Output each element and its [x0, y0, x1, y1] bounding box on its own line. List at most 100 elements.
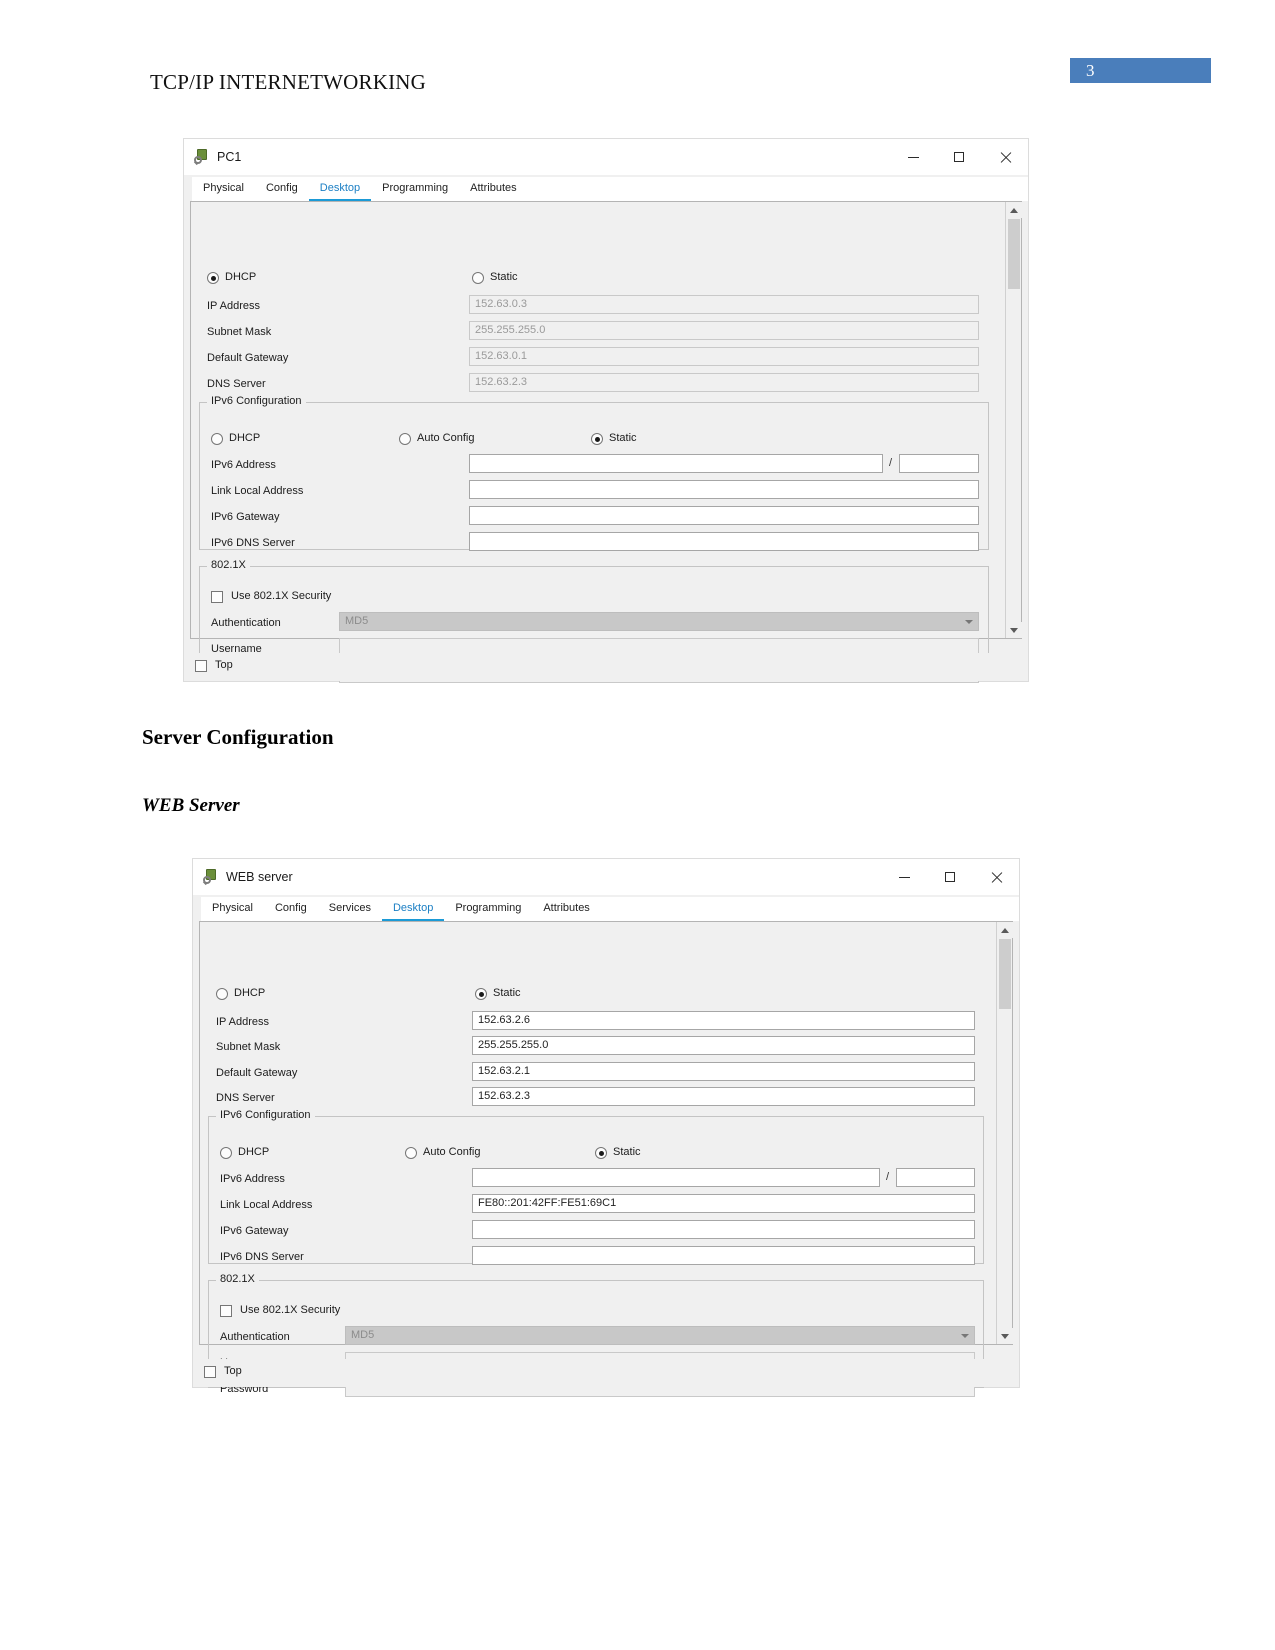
web-server-ipv6-dhcp-radio[interactable] [220, 1147, 232, 1159]
packet-tracer-device-icon [202, 869, 219, 886]
web-server-use-dot1x-security-label: Use 802.1X Security [240, 1304, 341, 1316]
tab-programming[interactable]: Programming [371, 177, 460, 201]
web-server-ipv6-prefix-separator: / [886, 1171, 890, 1183]
web-server-ipv4-static-label: Static [493, 987, 521, 999]
web-server-ipv6-dns-server-field[interactable] [472, 1246, 975, 1265]
web-server-top-checkbox[interactable] [204, 1366, 216, 1378]
web-server-window-controls [881, 859, 1019, 895]
scroll-down-icon[interactable] [1006, 622, 1022, 638]
pc1-ipv6-address-field[interactable] [469, 454, 883, 473]
tab-desktop[interactable]: Desktop [381, 897, 445, 921]
web-server-default-gateway-field[interactable]: 152.63.2.1 [472, 1062, 975, 1081]
pc1-dot1x-group-title: 802.1X [207, 559, 250, 571]
web-server-subnet-mask-label: Subnet Mask [216, 1041, 281, 1053]
pc1-link-local-address-field[interactable] [469, 480, 979, 499]
pc1-dns-server-field[interactable]: 152.63.2.3 [469, 373, 979, 392]
pc1-ipv6-static-radio[interactable] [591, 433, 603, 445]
web-server-default-gateway-label: Default Gateway [216, 1067, 298, 1079]
minimize-icon[interactable] [890, 139, 936, 175]
web-server-ipv6-static-radio[interactable] [595, 1147, 607, 1159]
web-server-ipv6-autoconfig-radio[interactable] [405, 1147, 417, 1159]
web-server-ipv6-address-field[interactable] [472, 1168, 880, 1187]
pc1-window-title: PC1 [217, 150, 242, 164]
web-server-link-local-address-field[interactable]: FE80::201:42FF:FE51:69C1 [472, 1194, 975, 1213]
pc1-authentication-label: Authentication [211, 617, 281, 629]
pc1-dns-server-label: DNS Server [207, 378, 266, 390]
pc1-ipv6-dns-server-label: IPv6 DNS Server [211, 537, 295, 549]
pc1-ipv4-dhcp-radio[interactable] [207, 272, 219, 284]
pc1-vertical-scrollbar[interactable] [1005, 202, 1022, 638]
pc1-authentication-select[interactable]: MD5 [339, 612, 979, 631]
pc1-ipv6-dhcp-label: DHCP [229, 432, 261, 444]
pc1-top-label: Top [215, 659, 233, 671]
heading-server-configuration: Server Configuration [142, 725, 334, 749]
pc1-subnet-mask-label: Subnet Mask [207, 326, 272, 338]
page-number-badge: 3 [1070, 58, 1211, 83]
pc1-ipv4-dhcp-label: DHCP [225, 271, 257, 283]
web-server-ipv6-autoconfig-label: Auto Config [423, 1146, 481, 1158]
tab-attributes[interactable]: Attributes [459, 177, 528, 201]
web-server-ipv4-dhcp-label: DHCP [234, 987, 266, 999]
web-server-dns-server-field[interactable]: 152.63.2.3 [472, 1087, 975, 1106]
maximize-icon[interactable] [936, 139, 982, 175]
pc1-ipv4-static-radio[interactable] [472, 272, 484, 284]
chevron-down-icon [965, 620, 973, 624]
tab-config[interactable]: Config [263, 897, 318, 921]
scrollbar-thumb[interactable] [1008, 219, 1020, 289]
web-server-ipv6-dns-server-label: IPv6 DNS Server [220, 1251, 304, 1263]
tab-desktop[interactable]: Desktop [308, 177, 372, 201]
tab-physical[interactable]: Physical [201, 897, 264, 921]
tab-config[interactable]: Config [254, 177, 309, 201]
close-icon[interactable] [973, 859, 1019, 895]
web-server-use-dot1x-security-checkbox[interactable] [220, 1305, 232, 1317]
tab-programming[interactable]: Programming [444, 897, 533, 921]
close-icon[interactable] [982, 139, 1028, 175]
scroll-down-icon[interactable] [997, 1328, 1013, 1344]
pc1-ipv6-dns-server-field[interactable] [469, 532, 979, 551]
web-server-authentication-select[interactable]: MD5 [345, 1326, 975, 1345]
pc1-use-dot1x-security-label: Use 802.1X Security [231, 590, 332, 602]
web-server-subnet-mask-field[interactable]: 255.255.255.0 [472, 1036, 975, 1055]
pc1-ipv6-autoconfig-label: Auto Config [417, 432, 475, 444]
web-server-ip-address-field[interactable]: 152.63.2.6 [472, 1011, 975, 1030]
web-server-link-local-address-label: Link Local Address [220, 1199, 313, 1211]
pc1-ipv6-gateway-field[interactable] [469, 506, 979, 525]
heading-web-server: WEB Server [142, 795, 240, 816]
web-server-dns-server-label: DNS Server [216, 1092, 275, 1104]
scroll-up-icon[interactable] [997, 922, 1013, 938]
pc1-ipv6-dhcp-radio[interactable] [211, 433, 223, 445]
scroll-up-icon[interactable] [1006, 202, 1022, 218]
web-server-desktop-panel: DHCP Static IP Address 152.63.2.6 Subnet… [199, 921, 1013, 1397]
pc1-subnet-mask-field[interactable]: 255.255.255.0 [469, 321, 979, 340]
web-server-ipv6-group-title: IPv6 Configuration [216, 1109, 315, 1121]
web-server-ipv6-gateway-field[interactable] [472, 1220, 975, 1239]
pc1-window: PC1 Physical Config Desktop Programming … [183, 138, 1029, 683]
pc1-top-checkbox[interactable] [195, 660, 207, 672]
tab-services[interactable]: Services [317, 897, 382, 921]
pc1-ipv6-static-label: Static [609, 432, 637, 444]
scrollbar-thumb[interactable] [999, 939, 1011, 1009]
pc1-default-gateway-label: Default Gateway [207, 352, 289, 364]
tab-physical[interactable]: Physical [192, 177, 255, 201]
web-server-titlebar: WEB server [193, 859, 1019, 895]
tab-attributes[interactable]: Attributes [532, 897, 601, 921]
minimize-icon[interactable] [881, 859, 927, 895]
pc1-default-gateway-field[interactable]: 152.63.0.1 [469, 347, 979, 366]
web-server-vertical-scrollbar[interactable] [996, 922, 1013, 1344]
pc1-ipv6-autoconfig-radio[interactable] [399, 433, 411, 445]
pc1-ipv6-configuration-group [199, 402, 989, 550]
web-server-tabbar: Physical Config Services Desktop Program… [193, 895, 1019, 921]
pc1-window-footer: Top [184, 653, 1028, 681]
page-header-title: TCP/IP INTERNETWORKING [150, 70, 427, 94]
pc1-ipv6-prefix-field[interactable] [899, 454, 979, 473]
pc1-use-dot1x-security-checkbox[interactable] [211, 591, 223, 603]
web-server-ipv4-static-radio[interactable] [475, 988, 487, 1000]
pc1-link-local-address-label: Link Local Address [211, 485, 304, 497]
web-server-ip-address-label: IP Address [216, 1016, 269, 1028]
maximize-icon[interactable] [927, 859, 973, 895]
web-server-ipv6-configuration-group [208, 1116, 984, 1264]
web-server-ipv6-prefix-field[interactable] [896, 1168, 975, 1187]
web-server-ipv4-dhcp-radio[interactable] [216, 988, 228, 1000]
pc1-ip-address-field[interactable]: 152.63.0.3 [469, 295, 979, 314]
pc1-tabbar: Physical Config Desktop Programming Attr… [184, 175, 1028, 201]
